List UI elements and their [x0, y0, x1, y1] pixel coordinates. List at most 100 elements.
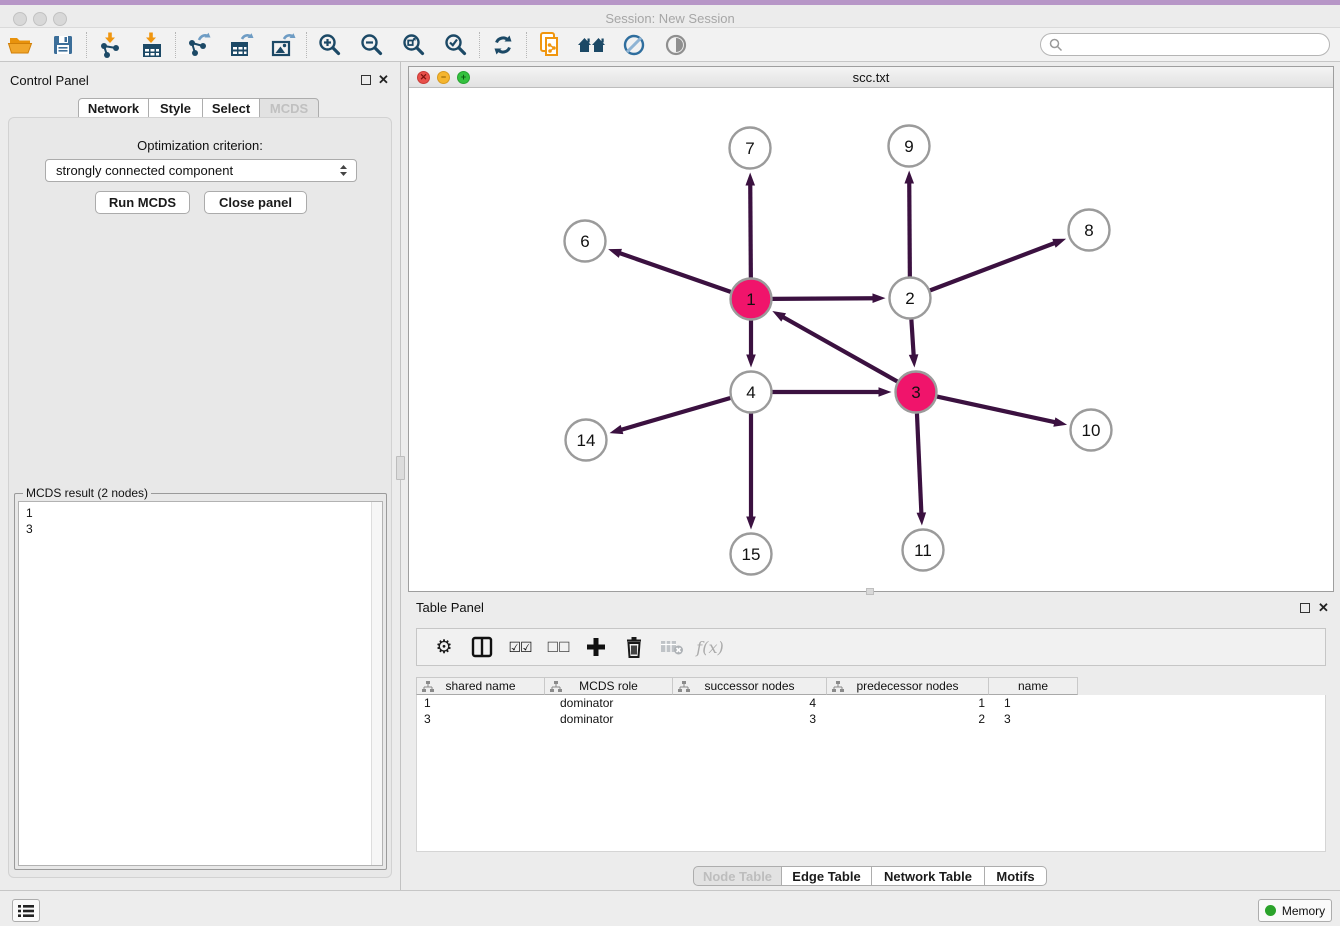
tab-style[interactable]: Style: [148, 98, 203, 118]
network-graph[interactable]: 7968124314101511: [409, 88, 1333, 591]
task-history-button[interactable]: [12, 899, 40, 922]
tab-select[interactable]: Select: [202, 98, 260, 118]
tab-edge-table[interactable]: Edge Table: [781, 866, 872, 886]
table-cell-successor_nodes[interactable]: 3: [674, 711, 828, 727]
network-minimize-button[interactable]: −: [437, 71, 450, 84]
result-scrollbar[interactable]: [371, 502, 382, 865]
zoom-out-button[interactable]: [351, 30, 393, 60]
tab-motifs[interactable]: Motifs: [984, 866, 1047, 886]
close-panel-button[interactable]: Close panel: [204, 191, 307, 214]
table-cell-name[interactable]: 1: [990, 695, 1079, 711]
export-network-button[interactable]: [178, 30, 220, 60]
contrast-button[interactable]: [655, 30, 697, 60]
share-network-file-icon: [537, 31, 563, 59]
tab-node-table[interactable]: Node Table: [693, 866, 782, 886]
node-table-body: 1dominator4113dominator323: [416, 695, 1326, 852]
graph-node-label: 4: [746, 383, 755, 402]
zoom-in-icon: [318, 33, 342, 57]
zoom-fit-icon: [402, 33, 426, 57]
table-cell-predecessor_nodes[interactable]: 2: [828, 711, 990, 727]
hide-icon: [622, 33, 646, 57]
table-cell-mcds_role[interactable]: dominator: [546, 711, 674, 727]
column-header-name[interactable]: name: [989, 677, 1078, 695]
delete-column-button[interactable]: [615, 632, 653, 662]
graph-edge-arrowhead: [608, 249, 622, 258]
network-maximize-button[interactable]: +: [457, 71, 470, 84]
vertical-splitter-handle[interactable]: [396, 456, 405, 480]
list-icon: [18, 904, 34, 918]
open-folder-icon: [7, 33, 35, 57]
optimization-criterion-select[interactable]: strongly connected component: [45, 159, 357, 182]
import-table-button[interactable]: [131, 30, 173, 60]
graph-edge-1-7[interactable]: [750, 182, 751, 277]
delete-table-button[interactable]: [653, 632, 691, 662]
table-cell-successor_nodes[interactable]: 4: [674, 695, 828, 711]
export-network-icon: [186, 32, 212, 58]
table-cell-name[interactable]: 3: [990, 711, 1079, 727]
optimization-criterion-value: strongly connected component: [56, 163, 233, 178]
graph-edge-arrowhead: [1053, 417, 1067, 426]
refresh-layout-button[interactable]: [482, 30, 524, 60]
add-column-button[interactable]: [577, 632, 615, 662]
deselect-all-button[interactable]: ☐☐: [539, 632, 577, 662]
mcds-result-textarea[interactable]: 1 3: [18, 501, 383, 866]
graph-edge-2-3[interactable]: [911, 319, 913, 357]
unchecked-boxes-icon: ☐☐: [546, 639, 569, 656]
table-row[interactable]: 3dominator323: [417, 711, 1325, 727]
zoom-selected-button[interactable]: [435, 30, 477, 60]
network-canvas[interactable]: 7968124314101511: [409, 88, 1333, 591]
graph-edge-1-2[interactable]: [772, 298, 875, 299]
select-all-button[interactable]: ☑☑: [501, 632, 539, 662]
column-header-mcds-role[interactable]: MCDS role: [545, 677, 673, 695]
hide-button[interactable]: [613, 30, 655, 60]
network-view-titlebar[interactable]: scc.txt ✕ − +: [409, 67, 1333, 88]
run-mcds-button[interactable]: Run MCDS: [95, 191, 190, 214]
save-session-button[interactable]: [42, 30, 84, 60]
graph-edge-2-8[interactable]: [930, 242, 1057, 290]
control-panel-close-button[interactable]: ✕: [378, 75, 389, 85]
table-cell-mcds_role[interactable]: dominator: [546, 695, 674, 711]
table-panel-close-button[interactable]: ✕: [1318, 603, 1329, 613]
tab-network-table[interactable]: Network Table: [871, 866, 985, 886]
graph-node-label: 10: [1082, 421, 1101, 440]
table-row[interactable]: 1dominator411: [417, 695, 1325, 711]
horizontal-splitter-handle[interactable]: [866, 588, 874, 595]
home-button[interactable]: [571, 30, 613, 60]
share-network-button[interactable]: [529, 30, 571, 60]
export-table-button[interactable]: [220, 30, 262, 60]
column-header-successor-nodes[interactable]: successor nodes: [673, 677, 827, 695]
table-panel-float-button[interactable]: [1300, 603, 1310, 613]
graph-edge-4-14[interactable]: [619, 398, 730, 430]
graph-edge-arrowhead: [872, 293, 885, 303]
zoom-in-button[interactable]: [309, 30, 351, 60]
zoom-selected-icon: [444, 33, 468, 57]
tab-network[interactable]: Network: [78, 98, 149, 118]
settings-gear-button[interactable]: ⚙: [425, 632, 463, 662]
memory-status-icon: [1265, 905, 1276, 916]
open-session-button[interactable]: [0, 30, 42, 60]
search-input[interactable]: [1063, 34, 1329, 55]
table-cell-shared_name[interactable]: 3: [417, 711, 546, 727]
split-columns-button[interactable]: [463, 632, 501, 662]
zoom-fit-button[interactable]: [393, 30, 435, 60]
graph-edge-3-10[interactable]: [937, 397, 1057, 423]
network-close-button[interactable]: ✕: [417, 71, 430, 84]
graph-node-label: 9: [904, 137, 913, 156]
search-field[interactable]: [1040, 33, 1330, 56]
memory-button[interactable]: Memory: [1258, 899, 1332, 922]
column-header-shared-name[interactable]: shared name: [416, 677, 545, 695]
import-network-button[interactable]: [89, 30, 131, 60]
table-cell-shared_name[interactable]: 1: [417, 695, 546, 711]
graph-edge-3-1[interactable]: [781, 316, 897, 382]
tab-mcds[interactable]: MCDS: [259, 98, 319, 118]
toolbar-separator: [175, 32, 176, 58]
graph-edge-1-6[interactable]: [618, 252, 731, 292]
function-builder-button[interactable]: f(x): [691, 632, 729, 662]
export-image-button[interactable]: [262, 30, 304, 60]
graph-edge-2-9[interactable]: [909, 180, 910, 276]
column-label: predecessor nodes: [856, 679, 958, 693]
graph-edge-3-11[interactable]: [917, 413, 922, 515]
control-panel-float-button[interactable]: [361, 75, 371, 85]
table-cell-predecessor_nodes[interactable]: 1: [828, 695, 990, 711]
column-header-predecessor-nodes[interactable]: predecessor nodes: [827, 677, 989, 695]
